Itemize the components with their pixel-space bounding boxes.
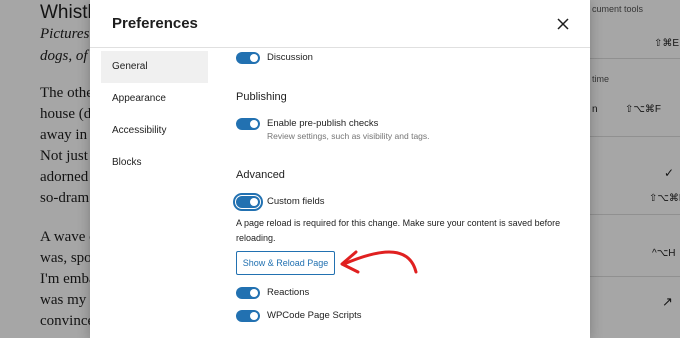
custom-fields-option: Custom fields [233,193,325,211]
reactions-label: Reactions [267,287,310,298]
tab-general[interactable]: General [101,51,208,83]
tab-appearance[interactable]: Appearance [101,83,208,115]
close-button[interactable] [552,13,574,35]
modal-title: Preferences [112,15,198,32]
discussion-label: Discussion [267,52,313,63]
custom-fields-label: Custom fields [267,196,325,207]
modal-header: Preferences [90,0,590,48]
tab-accessibility[interactable]: Accessibility [101,115,208,147]
reactions-toggle[interactable] [236,287,260,299]
prepublish-label: Enable pre-publish checks [267,118,379,129]
wpcode-label: WPCode Page Scripts [267,310,362,321]
discussion-option: Discussion [236,52,313,64]
wpcode-toggle[interactable] [236,310,260,322]
tab-blocks[interactable]: Blocks [101,147,208,179]
prepublish-option: Enable pre-publish checks [236,118,378,130]
reactions-option: Reactions [236,287,309,299]
preferences-modal: Preferences General Appearance Accessibi… [90,0,590,338]
custom-fields-toggle[interactable] [233,193,263,211]
wpcode-option: WPCode Page Scripts [236,310,362,322]
prepublish-toggle[interactable] [236,118,260,130]
publishing-heading: Publishing [236,91,287,103]
advanced-heading: Advanced [236,169,285,181]
preferences-nav: General Appearance Accessibility Blocks [101,51,208,179]
show-reload-page-button[interactable]: Show & Reload Page [236,251,335,275]
annotation-arrow-icon [340,250,418,274]
close-icon [557,18,569,30]
prepublish-help: Review settings, such as visibility and … [267,131,430,141]
discussion-toggle[interactable] [236,52,260,64]
